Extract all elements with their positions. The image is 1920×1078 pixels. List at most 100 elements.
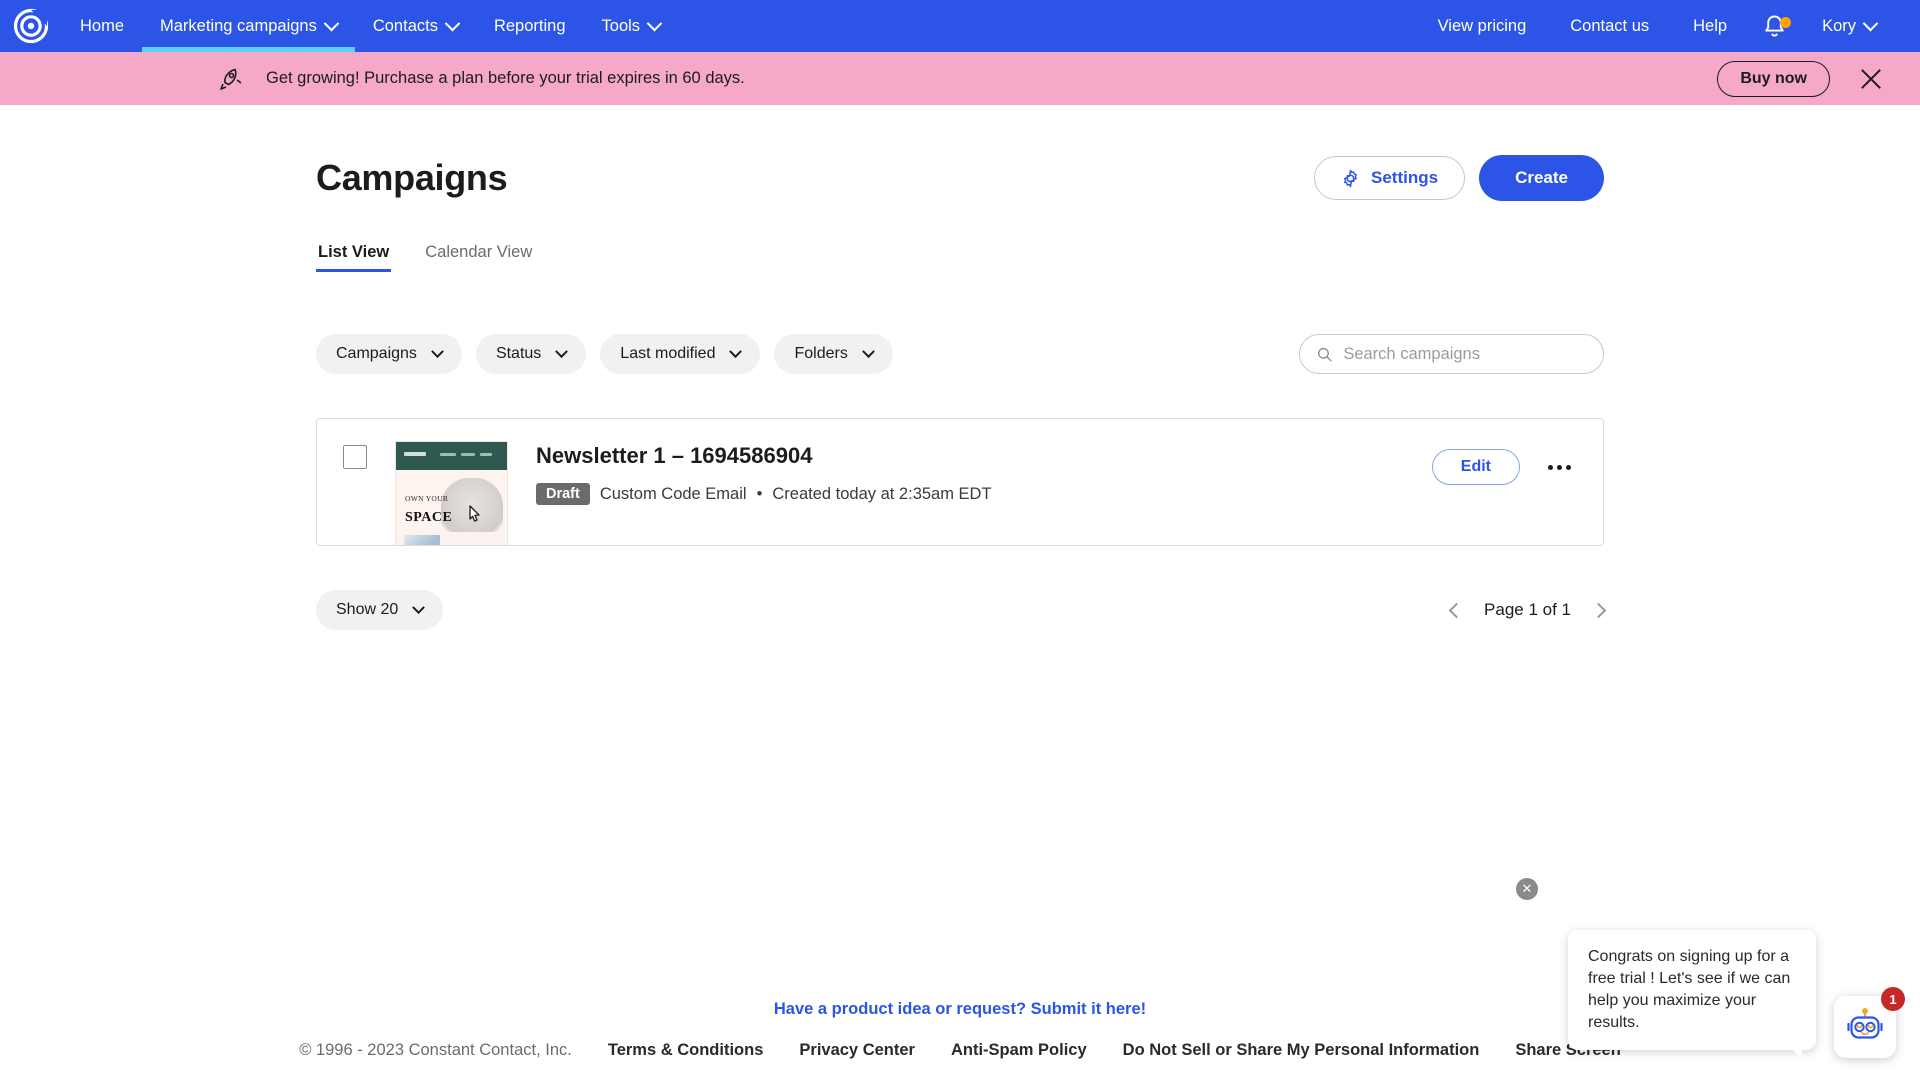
close-icon[interactable]: ✕ [1516,877,1538,900]
status-badge: Draft [536,483,590,505]
chevron-down-icon [444,15,461,31]
page-header-actions: Settings Create [1314,155,1604,201]
chat-message-bubble: Congrats on signing up for a free trial … [1568,929,1816,1060]
trial-banner-text: Get growing! Purchase a plan before your… [266,69,745,87]
close-icon[interactable] [1858,66,1884,92]
nav-item-marketing-campaigns[interactable]: Marketing campaigns [142,0,355,52]
nav-item-contacts[interactable]: Contacts [355,0,476,52]
chevron-down-icon [555,344,569,358]
nav-item-view-pricing[interactable]: View pricing [1416,0,1549,52]
campaign-type: Custom Code Email [599,484,747,503]
thumbnail-headline-top: OWN YOUR [405,494,449,503]
thumbnail-nav-item [461,453,475,456]
filters-row: Campaigns Status Last modified Folders [316,334,1604,374]
account-label: Kory [1822,16,1856,35]
buy-now-button[interactable]: Buy now [1717,60,1830,97]
nav-item-label: Tools [601,16,641,35]
thumbnail-lower-section [396,532,507,545]
logo-icon [13,8,49,44]
nav-item-label: Reporting [493,16,566,35]
top-navigation-bar: Home Marketing campaigns Contacts Report… [0,0,1920,52]
campaign-row-checkbox[interactable] [343,445,367,469]
chat-bot-button[interactable]: 1 [1834,987,1905,1058]
nav-item-contact-us[interactable]: Contact us [1548,0,1671,52]
chevron-down-icon [412,600,426,614]
thumbnail-nav-item [480,453,492,456]
nav-item-help[interactable]: Help [1671,0,1749,52]
nav-primary-links: Home Marketing campaigns Contacts Report… [62,0,678,52]
gear-icon [1344,169,1358,187]
filter-last-modified[interactable]: Last modified [600,334,761,374]
page-indicator: Page 1 of 1 [1484,600,1571,619]
filter-status[interactable]: Status [475,334,587,374]
chevron-down-icon [1862,15,1879,31]
search-campaigns-box[interactable] [1299,334,1604,374]
thumbnail-logo [404,452,426,456]
nav-item-label: View pricing [1437,16,1527,35]
nav-item-reporting[interactable]: Reporting [476,0,584,52]
content-container: Campaigns Settings Create List View Cale… [316,105,1607,630]
thumbnail-product-image [404,535,440,545]
filter-campaigns[interactable]: Campaigns [316,334,462,374]
settings-button[interactable]: Settings [1314,156,1466,200]
search-input[interactable] [1343,344,1586,364]
search-icon [1318,347,1332,361]
campaign-title[interactable]: Newsletter 1 – 1694586904 [536,443,992,469]
notification-dot [1780,16,1792,28]
chat-widget: ✕ Congrats on signing up for a free tria… [1516,877,1905,1060]
pagination-row: Show 20 Page 1 of 1 [316,590,1607,630]
page-controls: Page 1 of 1 [1448,600,1607,620]
footer-link-terms[interactable]: Terms & Conditions [608,1041,764,1060]
nav-item-label: Home [80,16,125,35]
show-per-page-label: Show 20 [336,601,399,618]
chevron-down-icon [431,344,444,358]
chat-unread-badge: 1 [1881,987,1905,1011]
chevron-left-icon[interactable] [1448,602,1465,618]
create-button[interactable]: Create [1479,155,1604,201]
chevron-down-icon [323,15,340,31]
settings-button-label: Settings [1371,168,1439,187]
filter-label: Status [495,345,542,362]
trial-banner-message-group: Get growing! Purchase a plan before your… [218,66,745,92]
thumbnail-header-bar [396,442,507,470]
view-tabs: List View Calendar View [316,237,1604,272]
nav-item-home[interactable]: Home [62,0,142,52]
campaign-info: Newsletter 1 – 1694586904 Draft Custom C… [536,441,992,505]
chevron-down-icon [861,344,875,358]
page-content: Campaigns Settings Create List View Cale… [0,105,1920,630]
meta-separator: • [756,484,763,503]
tab-list-view[interactable]: List View [316,237,392,272]
account-menu[interactable]: Kory [1800,0,1898,52]
footer-copyright: © 1996 - 2023 Constant Contact, Inc. [299,1041,572,1059]
nav-item-tools[interactable]: Tools [584,0,679,52]
nav-item-label: Contact us [1570,16,1650,35]
page-title: Campaigns [316,157,508,198]
footer-link-do-not-sell[interactable]: Do Not Sell or Share My Personal Informa… [1123,1041,1480,1060]
campaign-list: OWN YOUR SPACE Newsletter 1 – 1694586904 [316,418,1604,546]
nav-item-label: Contacts [372,16,438,35]
filter-label: Folders [794,345,848,362]
campaign-row[interactable]: OWN YOUR SPACE Newsletter 1 – 1694586904 [317,419,1603,545]
nav-item-label: Help [1693,16,1728,35]
notification-bell-button[interactable] [1749,14,1800,39]
campaign-row-actions: Edit [1431,441,1577,485]
nav-item-label: Marketing campaigns [160,16,317,35]
chevron-right-icon[interactable] [1590,602,1607,618]
campaign-meta: Draft Custom Code Email • Created today … [536,483,992,505]
filter-folders[interactable]: Folders [774,334,893,374]
kebab-menu-icon[interactable] [1542,459,1577,476]
page-header: Campaigns Settings Create [316,105,1604,201]
show-per-page-button[interactable]: Show 20 [316,590,444,630]
trial-banner: Get growing! Purchase a plan before your… [0,52,1920,105]
chevron-down-icon [729,344,743,358]
nav-secondary-links: View pricing Contact us Help Kory [1416,0,1920,52]
chat-bot-icon [1847,1008,1883,1039]
thumbnail-headline-bottom: SPACE [405,510,453,525]
footer-link-privacy[interactable]: Privacy Center [799,1041,915,1060]
rocket-icon [220,68,242,90]
constant-contact-logo[interactable] [0,0,62,52]
footer-link-anti-spam[interactable]: Anti-Spam Policy [951,1041,1087,1060]
campaign-thumbnail[interactable]: OWN YOUR SPACE [395,441,508,545]
edit-button[interactable]: Edit [1431,449,1520,485]
tab-calendar-view[interactable]: Calendar View [423,237,534,272]
